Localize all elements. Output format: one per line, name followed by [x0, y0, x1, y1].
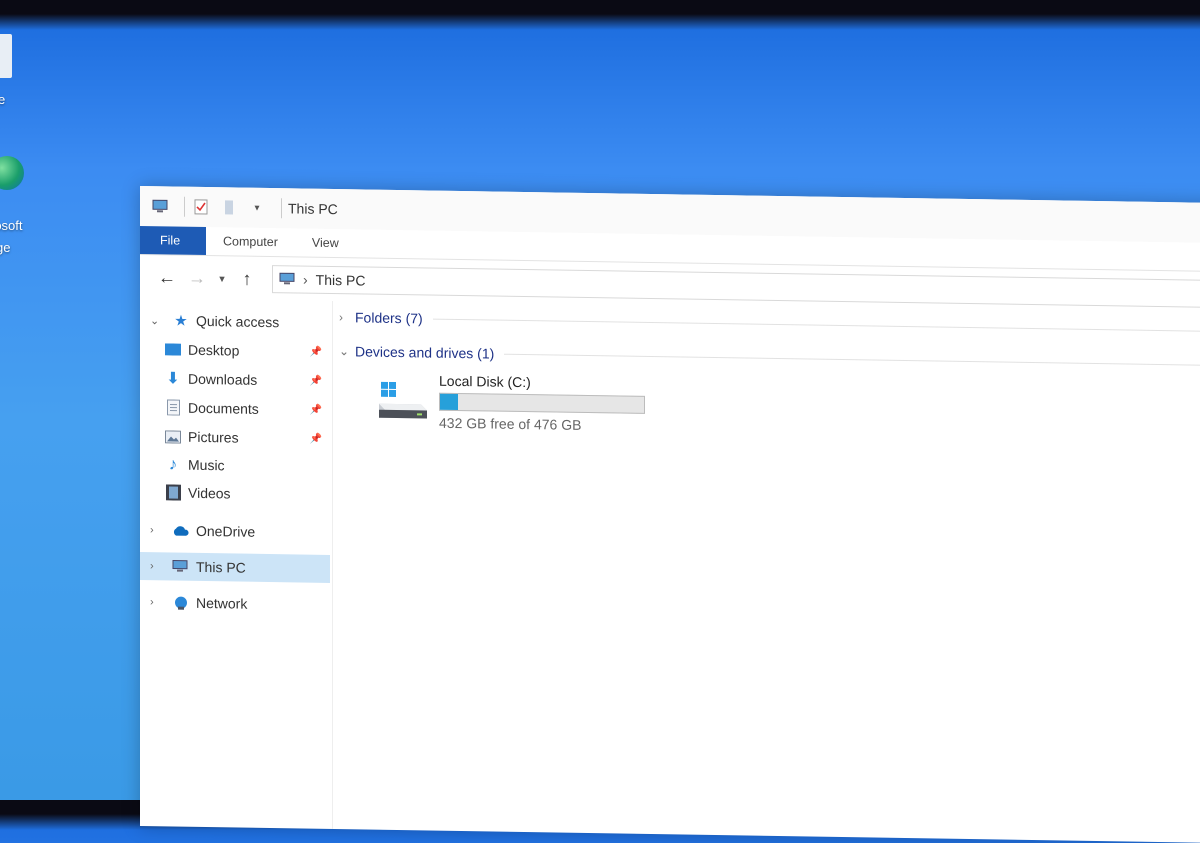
star-icon: ★ [172, 313, 190, 329]
separator [281, 198, 282, 218]
back-arrow-icon[interactable]: ← [156, 267, 178, 288]
nav-network[interactable]: › Network [140, 588, 330, 619]
nav-item-videos[interactable]: Videos [140, 478, 330, 509]
pictures-icon [164, 428, 182, 444]
nav-item-label: This PC [196, 559, 246, 576]
nav-item-label: Downloads [188, 371, 257, 388]
drive-usage-fill [440, 394, 458, 410]
nav-this-pc[interactable]: › This PC [140, 552, 330, 583]
expand-chevron-icon[interactable]: › [339, 310, 355, 324]
collapse-chevron-icon[interactable]: ⌄ [339, 344, 355, 358]
download-arrow-icon: ⬇ [164, 370, 182, 386]
separator [184, 197, 185, 217]
pin-icon[interactable]: 📌 [310, 346, 322, 357]
tab-view[interactable]: View [295, 228, 356, 257]
breadcrumb-this-pc[interactable]: This PC [316, 272, 366, 289]
pin-icon[interactable]: 📌 [310, 375, 322, 386]
drive-free-space: 432 GB free of 476 GB [439, 415, 581, 433]
forward-arrow-icon[interactable]: → [186, 267, 208, 288]
expand-chevron-icon[interactable]: › [150, 596, 164, 608]
customize-toolbar-chevron-icon[interactable]: ▾ [247, 198, 267, 218]
recent-locations-chevron-icon[interactable]: ▾ [216, 272, 228, 285]
video-film-icon [164, 484, 182, 500]
expand-chevron-icon[interactable]: › [150, 524, 164, 536]
nav-item-documents[interactable]: Documents 📌 [140, 393, 330, 424]
group-header-label: Folders (7) [355, 309, 423, 326]
pin-icon[interactable]: 📌 [310, 433, 322, 444]
navigation-pane[interactable]: ⌄ ★ Quick access Desktop 📌 ⬇ Downloads 📌 [140, 298, 333, 829]
new-folder-icon[interactable] [219, 197, 239, 217]
tab-file[interactable]: File [140, 226, 206, 255]
file-explorer-window: ▾ This PC File Computer View ← → ▾ ↑ › T… [140, 186, 1200, 843]
divider [504, 353, 1200, 365]
nav-item-label: OneDrive [196, 523, 255, 540]
nav-item-desktop[interactable]: Desktop 📌 [140, 335, 330, 366]
content-pane: › Folders (7) ⌄ Devices and drives (1) [333, 301, 1200, 843]
divider [433, 318, 1200, 331]
this-pc-icon [172, 559, 190, 575]
hard-drive-icon [377, 382, 429, 423]
pin-icon[interactable]: 📌 [310, 404, 322, 415]
up-arrow-icon[interactable]: ↑ [236, 268, 258, 289]
document-icon [164, 399, 182, 415]
nav-item-downloads[interactable]: ⬇ Downloads 📌 [140, 364, 330, 395]
nav-item-label: Documents [188, 400, 259, 417]
this-pc-icon[interactable] [150, 196, 170, 216]
desktop-folder-icon [164, 341, 182, 357]
expand-chevron-icon[interactable]: › [150, 560, 164, 572]
edge-browser-icon[interactable] [0, 156, 24, 190]
desktop-icon-label[interactable]: e [0, 92, 5, 107]
nav-item-label: Network [196, 595, 247, 612]
network-icon [172, 595, 190, 611]
nav-item-label: Pictures [188, 429, 239, 446]
nav-item-pictures[interactable]: Pictures 📌 [140, 422, 330, 453]
group-folders[interactable]: › Folders (7) [339, 309, 1200, 339]
this-pc-icon [279, 272, 297, 286]
desktop-icon-label[interactable]: ge [0, 240, 10, 255]
expand-chevron-icon[interactable]: ⌄ [150, 314, 164, 327]
drive-usage-bar [439, 393, 645, 414]
drive-name: Local Disk (C:) [439, 373, 531, 390]
desktop-file-icon[interactable] [0, 34, 12, 78]
nav-item-label: Desktop [188, 342, 239, 359]
cloud-icon [172, 523, 190, 539]
group-devices-and-drives[interactable]: ⌄ Devices and drives (1) [339, 343, 1200, 373]
desktop-icon-label[interactable]: rosoft [0, 218, 23, 233]
tab-computer[interactable]: Computer [206, 227, 295, 256]
breadcrumb-chevron-icon[interactable]: › [303, 272, 308, 288]
window-title: This PC [288, 200, 338, 217]
nav-item-music[interactable]: ♪ Music [140, 450, 330, 481]
explorer-body: ⌄ ★ Quick access Desktop 📌 ⬇ Downloads 📌 [140, 298, 1200, 843]
nav-item-label: Videos [188, 485, 231, 502]
nav-item-label: Music [188, 457, 225, 474]
group-header-label: Devices and drives (1) [355, 343, 494, 361]
properties-icon[interactable] [191, 197, 211, 217]
music-note-icon: ♪ [164, 456, 182, 472]
drive-item-local-disk[interactable]: Local Disk (C:) 432 GB free of 476 GB [377, 372, 657, 446]
nav-onedrive[interactable]: › OneDrive [140, 516, 330, 547]
nav-quick-access[interactable]: ⌄ ★ Quick access [140, 306, 330, 337]
nav-item-label: Quick access [196, 313, 279, 330]
